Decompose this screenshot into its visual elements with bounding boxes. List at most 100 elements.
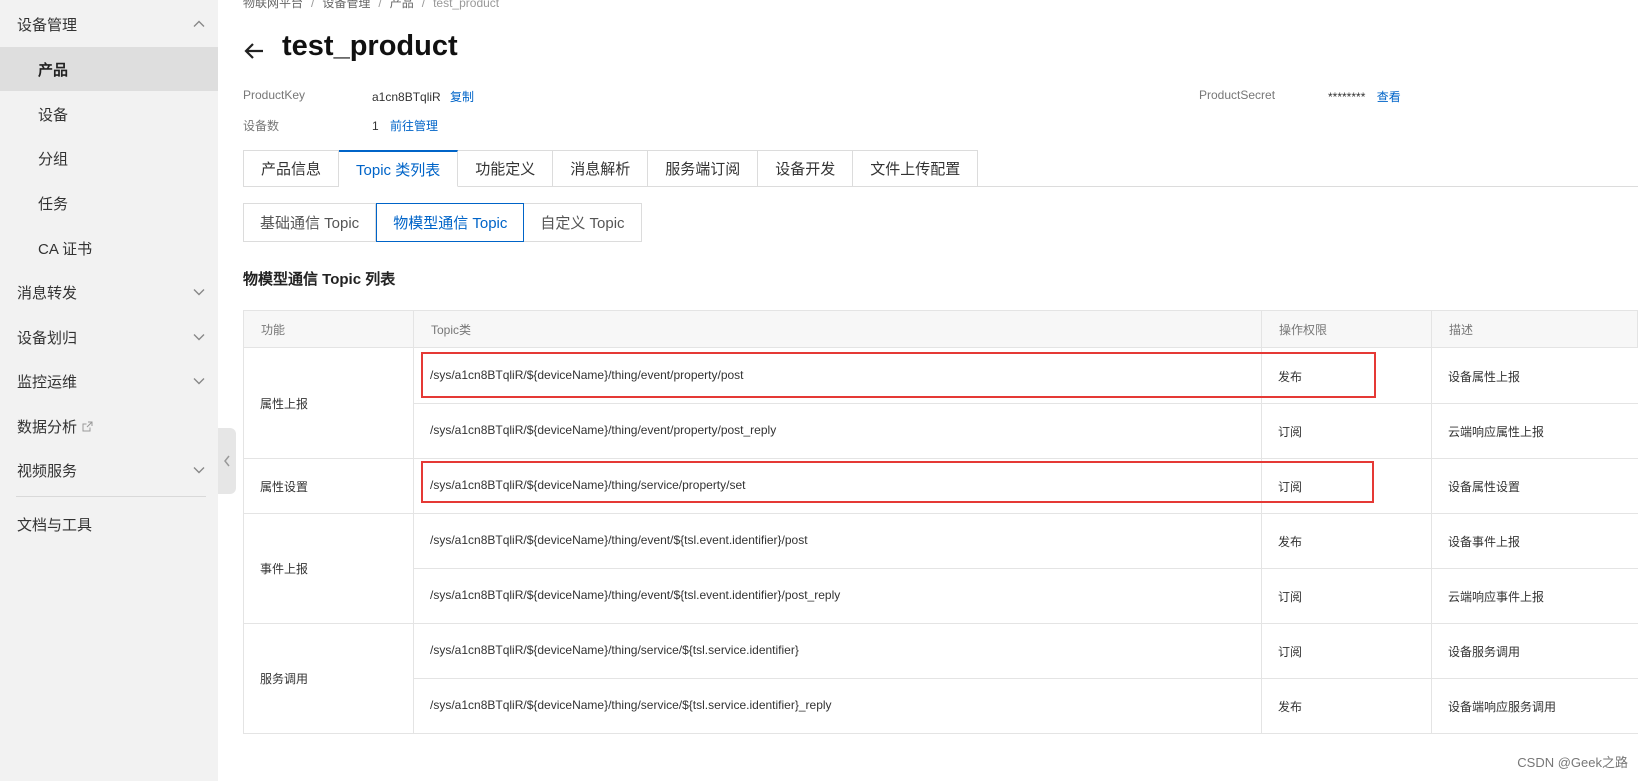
- header-description: 描述: [1449, 323, 1474, 337]
- sidebar-item-docs-tools[interactable]: 文档与工具: [0, 502, 218, 546]
- sidebar-item-label: 产品: [38, 61, 69, 79]
- device-count-value: 1: [372, 119, 379, 133]
- product-secret-label: ProductSecret: [1199, 88, 1276, 102]
- tab-device-development[interactable]: 设备开发: [758, 150, 854, 187]
- description-cell: 云端响应属性上报: [1448, 424, 1545, 439]
- breadcrumb-item-current: test_product: [433, 0, 500, 10]
- chevron-down-icon: [193, 467, 205, 474]
- table-row-border: [413, 678, 1638, 679]
- product-secret-value-row: ******** 查看: [1328, 88, 1401, 105]
- sidebar-item-device[interactable]: 设备: [0, 92, 218, 136]
- sidebar-item-label: 监控运维: [17, 373, 78, 391]
- topic-cell: /sys/a1cn8BTqliR/${deviceName}/thing/ser…: [430, 642, 799, 657]
- breadcrumb-item-iot-platform[interactable]: 物联网平台: [243, 0, 303, 10]
- permission-cell: 订阅: [1278, 644, 1303, 659]
- external-link-icon: [82, 421, 93, 431]
- breadcrumb: 物联网平台 / 设备管理 / 产品 / test_product: [243, 0, 499, 11]
- function-cell: 服务调用: [260, 672, 309, 686]
- tab-file-upload-config[interactable]: 文件上传配置: [853, 150, 979, 187]
- copy-link[interactable]: 复制: [450, 90, 474, 104]
- description-cell: 设备服务调用: [1448, 644, 1521, 659]
- permission-cell: 发布: [1278, 699, 1303, 714]
- sidebar-item-label: 设备: [38, 106, 69, 124]
- sidebar-collapse-button[interactable]: [218, 428, 236, 494]
- view-secret-link[interactable]: 查看: [1377, 90, 1401, 104]
- function-cell: 属性上报: [260, 397, 309, 411]
- permission-cell: 订阅: [1278, 589, 1303, 604]
- function-cell: 事件上报: [260, 562, 309, 576]
- go-manage-link[interactable]: 前往管理: [390, 119, 438, 133]
- product-tabs: 产品信息 Topic 类列表 功能定义 消息解析 服务端订阅 设备开发 文件上传配置: [243, 150, 979, 187]
- product-key-label: ProductKey: [243, 88, 306, 102]
- table-row-border: [243, 513, 1638, 514]
- breadcrumb-item-product[interactable]: 产品: [390, 0, 414, 10]
- table-row-border: [243, 458, 1638, 459]
- description-cell: 设备属性设置: [1448, 479, 1521, 494]
- chevron-down-icon: [193, 289, 205, 296]
- sidebar-item-ca-certificate[interactable]: CA 证书: [0, 226, 218, 270]
- device-count-value-row: 1 前往管理: [372, 117, 438, 134]
- table-row-border: [243, 623, 1638, 624]
- product-key-value: a1cn8BTqliR: [372, 90, 441, 104]
- sidebar-item-product[interactable]: 产品: [0, 47, 218, 91]
- description-cell: 设备属性上报: [1448, 369, 1521, 384]
- sidebar-item-message-forwarding[interactable]: 消息转发: [0, 270, 218, 314]
- sidebar-item-label: 设备管理: [17, 16, 78, 34]
- table-header-row: 功能 Topic类 操作权限 描述: [243, 310, 1638, 348]
- product-secret-value: ********: [1328, 90, 1366, 104]
- permission-cell: 订阅: [1278, 424, 1303, 439]
- description-cell: 云端响应事件上报: [1448, 589, 1545, 604]
- sidebar-item-monitoring-ops[interactable]: 监控运维: [0, 359, 218, 403]
- tabs-divider: [970, 186, 1638, 187]
- product-key-row: ProductKey: [243, 88, 305, 102]
- sidebar-item-group[interactable]: 分组: [0, 136, 218, 180]
- header-function: 功能: [261, 323, 286, 337]
- sidebar-divider: [16, 496, 206, 497]
- chevron-up-icon: [193, 20, 205, 27]
- sidebar-item-label: 视频服务: [17, 462, 78, 480]
- product-key-value-row: a1cn8BTqliR 复制: [372, 88, 474, 105]
- tab-server-subscription[interactable]: 服务端订阅: [648, 150, 759, 187]
- topic-cell: /sys/a1cn8BTqliR/${deviceName}/thing/eve…: [430, 422, 777, 437]
- subtab-custom-topic[interactable]: 自定义 Topic: [524, 203, 642, 242]
- highlight-box: [421, 461, 1374, 503]
- highlight-box: [421, 352, 1376, 398]
- device-count-row: 设备数: [243, 117, 279, 134]
- table-row-border: [413, 403, 1638, 404]
- description-cell: 设备端响应服务调用: [1448, 699, 1557, 714]
- sidebar-item-label: 消息转发: [17, 284, 78, 302]
- back-arrow-icon[interactable]: [243, 40, 265, 62]
- chevron-left-icon: [224, 455, 230, 467]
- sidebar-item-label: 文档与工具: [17, 516, 93, 534]
- sidebar-item-device-management[interactable]: 设备管理: [0, 2, 218, 46]
- tab-topic-list[interactable]: Topic 类列表: [339, 150, 459, 187]
- chevron-down-icon: [193, 378, 205, 385]
- sidebar-item-label: 任务: [38, 195, 69, 213]
- sidebar-item-label: CA 证书: [38, 240, 93, 258]
- sidebar-item-label: 分组: [38, 150, 69, 168]
- tab-feature-definition[interactable]: 功能定义: [458, 150, 554, 187]
- sidebar: 设备管理产品设备分组任务 CA 证书消息转发设备划归监控运维数据分析视频服务文档与…: [0, 0, 218, 781]
- sidebar-item-task[interactable]: 任务: [0, 181, 218, 225]
- sidebar-item-label: 设备划归: [17, 329, 78, 347]
- topic-cell: /sys/a1cn8BTqliR/${deviceName}/thing/ser…: [430, 697, 832, 712]
- header-permission: 操作权限: [1279, 323, 1328, 337]
- subtab-basic-topic[interactable]: 基础通信 Topic: [243, 203, 377, 242]
- tab-product-info[interactable]: 产品信息: [243, 150, 340, 187]
- breadcrumb-item-device-management[interactable]: 设备管理: [322, 0, 370, 10]
- description-cell: 设备事件上报: [1448, 534, 1521, 549]
- topic-cell: /sys/a1cn8BTqliR/${deviceName}/thing/eve…: [430, 587, 841, 602]
- topic-cell: /sys/a1cn8BTqliR/${deviceName}/thing/eve…: [430, 532, 808, 547]
- table-row-border: [243, 733, 1638, 734]
- sidebar-item-data-analysis[interactable]: 数据分析: [0, 404, 218, 448]
- subtab-thing-model-topic[interactable]: 物模型通信 Topic: [376, 203, 525, 242]
- permission-cell: 发布: [1278, 534, 1303, 549]
- product-secret-row: ProductSecret: [1199, 88, 1275, 102]
- header-topic: Topic类: [431, 323, 472, 337]
- chevron-down-icon: [193, 334, 205, 341]
- sidebar-item-device-assignment[interactable]: 设备划归: [0, 315, 218, 359]
- sidebar-item-video-service[interactable]: 视频服务: [0, 448, 218, 492]
- section-title: 物模型通信 Topic 列表: [243, 271, 396, 288]
- tab-message-parsing[interactable]: 消息解析: [553, 150, 649, 187]
- topic-subtabs: 基础通信 Topic 物模型通信 Topic 自定义 Topic: [243, 203, 642, 242]
